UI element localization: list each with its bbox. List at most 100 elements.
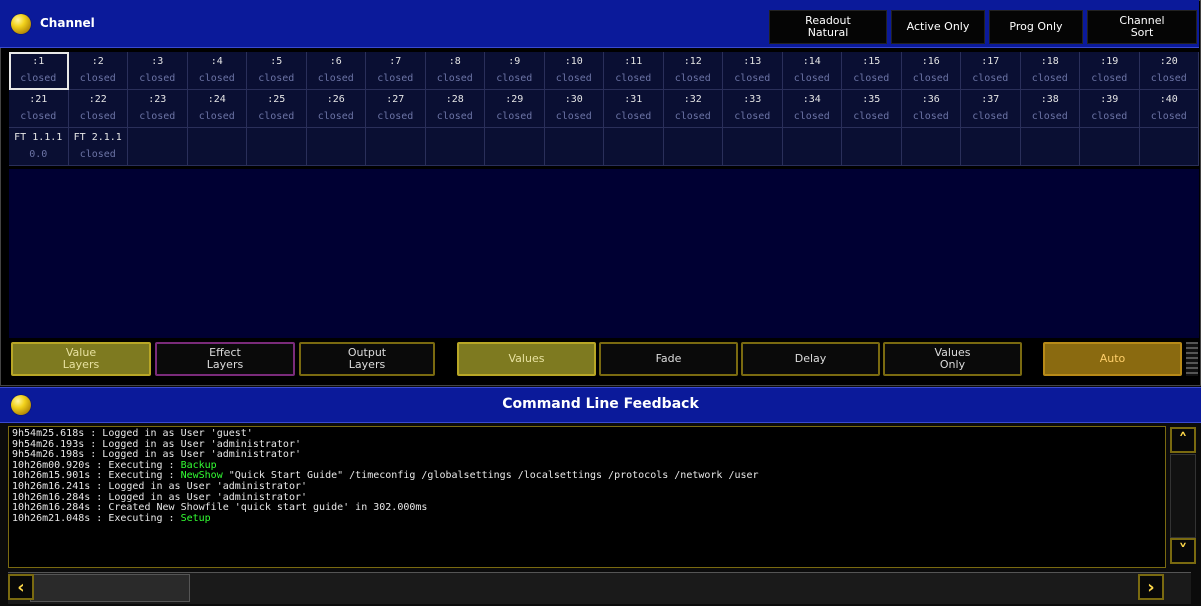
scroll-right-button[interactable]: › xyxy=(1138,574,1164,600)
values-only-button[interactable]: Values Only xyxy=(883,342,1022,376)
prog-only-button[interactable]: Prog Only xyxy=(989,10,1083,44)
scroll-up-button[interactable]: ˄ xyxy=(1170,427,1196,453)
channel-cell-empty[interactable] xyxy=(604,128,664,166)
channel-cell-value: closed xyxy=(555,111,592,122)
channel-cell[interactable]: :23 closed xyxy=(128,90,188,128)
horizontal-scrollbar-thumb[interactable] xyxy=(30,574,190,602)
channel-cell[interactable]: :11 closed xyxy=(604,52,664,90)
channel-cell[interactable]: :33 closed xyxy=(723,90,783,128)
channel-cell-empty[interactable] xyxy=(247,128,307,166)
channel-cell[interactable]: :35 closed xyxy=(842,90,902,128)
channel-cell-empty[interactable] xyxy=(485,128,545,166)
channel-cell-empty[interactable] xyxy=(1080,128,1140,166)
channel-cell[interactable]: :25 closed xyxy=(247,90,307,128)
channel-cell-empty[interactable] xyxy=(782,128,842,166)
channel-cell-empty[interactable] xyxy=(1020,128,1080,166)
channel-cell-empty[interactable] xyxy=(425,128,485,166)
channel-cell-empty[interactable] xyxy=(663,128,723,166)
channel-cell[interactable]: :19 closed xyxy=(1080,52,1140,90)
channel-cell-number: FT 2.1.1 xyxy=(73,132,122,143)
output-layers-button[interactable]: Output Layers xyxy=(299,342,435,376)
channel-cell-number: :3 xyxy=(151,56,164,67)
channel-cell[interactable]: :8 closed xyxy=(425,52,485,90)
channel-cell-empty[interactable] xyxy=(723,128,783,166)
active-only-button[interactable]: Active Only xyxy=(891,10,985,44)
value-layers-button[interactable]: Value Layers xyxy=(11,342,151,376)
channel-cell[interactable]: FT 2.1.1 closed xyxy=(68,128,128,166)
channel-cell[interactable]: :17 closed xyxy=(961,52,1021,90)
scroll-left-button[interactable]: ‹ xyxy=(8,574,34,600)
channel-cell-value: closed xyxy=(793,73,830,84)
channel-cell-number: :25 xyxy=(267,94,286,105)
channel-cell-empty[interactable] xyxy=(842,128,902,166)
channel-cell-number: :29 xyxy=(505,94,524,105)
channel-cell[interactable]: :5 closed xyxy=(247,52,307,90)
channel-cell[interactable]: :30 closed xyxy=(544,90,604,128)
channel-cell[interactable]: :10 closed xyxy=(544,52,604,90)
channel-cell-empty[interactable] xyxy=(187,128,247,166)
effect-layers-label: Effect Layers xyxy=(206,346,244,371)
channel-cell[interactable]: :29 closed xyxy=(485,90,545,128)
channel-cell-value: closed xyxy=(853,73,890,84)
channel-cell[interactable]: :32 closed xyxy=(663,90,723,128)
fade-button[interactable]: Fade xyxy=(599,342,738,376)
channel-cell[interactable]: :26 closed xyxy=(306,90,366,128)
channel-cell[interactable]: :18 closed xyxy=(1020,52,1080,90)
channel-cell[interactable]: :13 closed xyxy=(723,52,783,90)
channel-cell-number: :19 xyxy=(1100,56,1119,67)
values-button[interactable]: Values xyxy=(457,342,596,376)
channel-cell-value: closed xyxy=(377,73,414,84)
active-only-label: Active Only xyxy=(906,20,970,33)
channel-cell[interactable]: :27 closed xyxy=(366,90,426,128)
channel-cell[interactable]: :34 closed xyxy=(782,90,842,128)
channel-cell[interactable]: :38 closed xyxy=(1020,90,1080,128)
channel-cell[interactable]: :16 closed xyxy=(901,52,961,90)
channel-cell[interactable]: :28 closed xyxy=(425,90,485,128)
auto-button[interactable]: Auto xyxy=(1043,342,1182,376)
channel-cell[interactable]: :14 closed xyxy=(782,52,842,90)
channel-cell[interactable]: :6 closed xyxy=(306,52,366,90)
channel-cell-number: :39 xyxy=(1100,94,1119,105)
channel-cell-empty[interactable] xyxy=(306,128,366,166)
channel-cell-empty[interactable] xyxy=(961,128,1021,166)
chevron-down-icon: ˅ xyxy=(1178,540,1188,562)
channel-cell-empty[interactable] xyxy=(366,128,426,166)
channel-cell[interactable]: :2 closed xyxy=(68,52,128,90)
channel-cell[interactable]: :36 closed xyxy=(901,90,961,128)
channel-cell[interactable]: :9 closed xyxy=(485,52,545,90)
vertical-scrollbar-track[interactable] xyxy=(1170,454,1196,538)
values-only-label: Values Only xyxy=(934,346,971,371)
effect-layers-button[interactable]: Effect Layers xyxy=(155,342,295,376)
log-line: 10h26m21.048s : Executing : Setup xyxy=(12,512,211,524)
channel-cell[interactable]: :21 closed xyxy=(9,90,69,128)
scroll-down-button[interactable]: ˅ xyxy=(1170,538,1196,564)
channel-cell[interactable]: :31 closed xyxy=(604,90,664,128)
channel-cell[interactable]: :37 closed xyxy=(961,90,1021,128)
channel-cell-number: :31 xyxy=(624,94,643,105)
channel-cell[interactable]: :12 closed xyxy=(663,52,723,90)
auto-label: Auto xyxy=(1099,352,1126,365)
channel-cell[interactable]: :39 closed xyxy=(1080,90,1140,128)
delay-button[interactable]: Delay xyxy=(741,342,880,376)
readout-natural-button[interactable]: Readout Natural xyxy=(769,10,887,44)
channel-cell-number: :36 xyxy=(921,94,940,105)
window-orb-icon[interactable] xyxy=(11,14,31,34)
channel-cell[interactable]: :22 closed xyxy=(68,90,128,128)
value-layers-label: Value Layers xyxy=(62,346,100,371)
channel-cell[interactable]: :20 closed xyxy=(1139,52,1199,90)
channel-cell[interactable]: :24 closed xyxy=(187,90,247,128)
channel-sort-button[interactable]: Channel Sort xyxy=(1087,10,1197,44)
channel-cell[interactable]: :7 closed xyxy=(366,52,426,90)
channel-cell-empty[interactable] xyxy=(1139,128,1199,166)
channel-cell[interactable]: :1 closed xyxy=(9,52,69,90)
channel-cell[interactable]: :40 closed xyxy=(1139,90,1199,128)
channel-cell-empty[interactable] xyxy=(128,128,188,166)
channel-cell[interactable]: :3 closed xyxy=(128,52,188,90)
channel-cell-empty[interactable] xyxy=(901,128,961,166)
channel-cell-number: FT 1.1.1 xyxy=(14,132,63,143)
channel-cell[interactable]: :15 closed xyxy=(842,52,902,90)
resize-grip-icon[interactable] xyxy=(1186,342,1198,376)
channel-cell-empty[interactable] xyxy=(544,128,604,166)
channel-cell[interactable]: FT 1.1.1 0.0 xyxy=(9,128,69,166)
channel-cell[interactable]: :4 closed xyxy=(187,52,247,90)
